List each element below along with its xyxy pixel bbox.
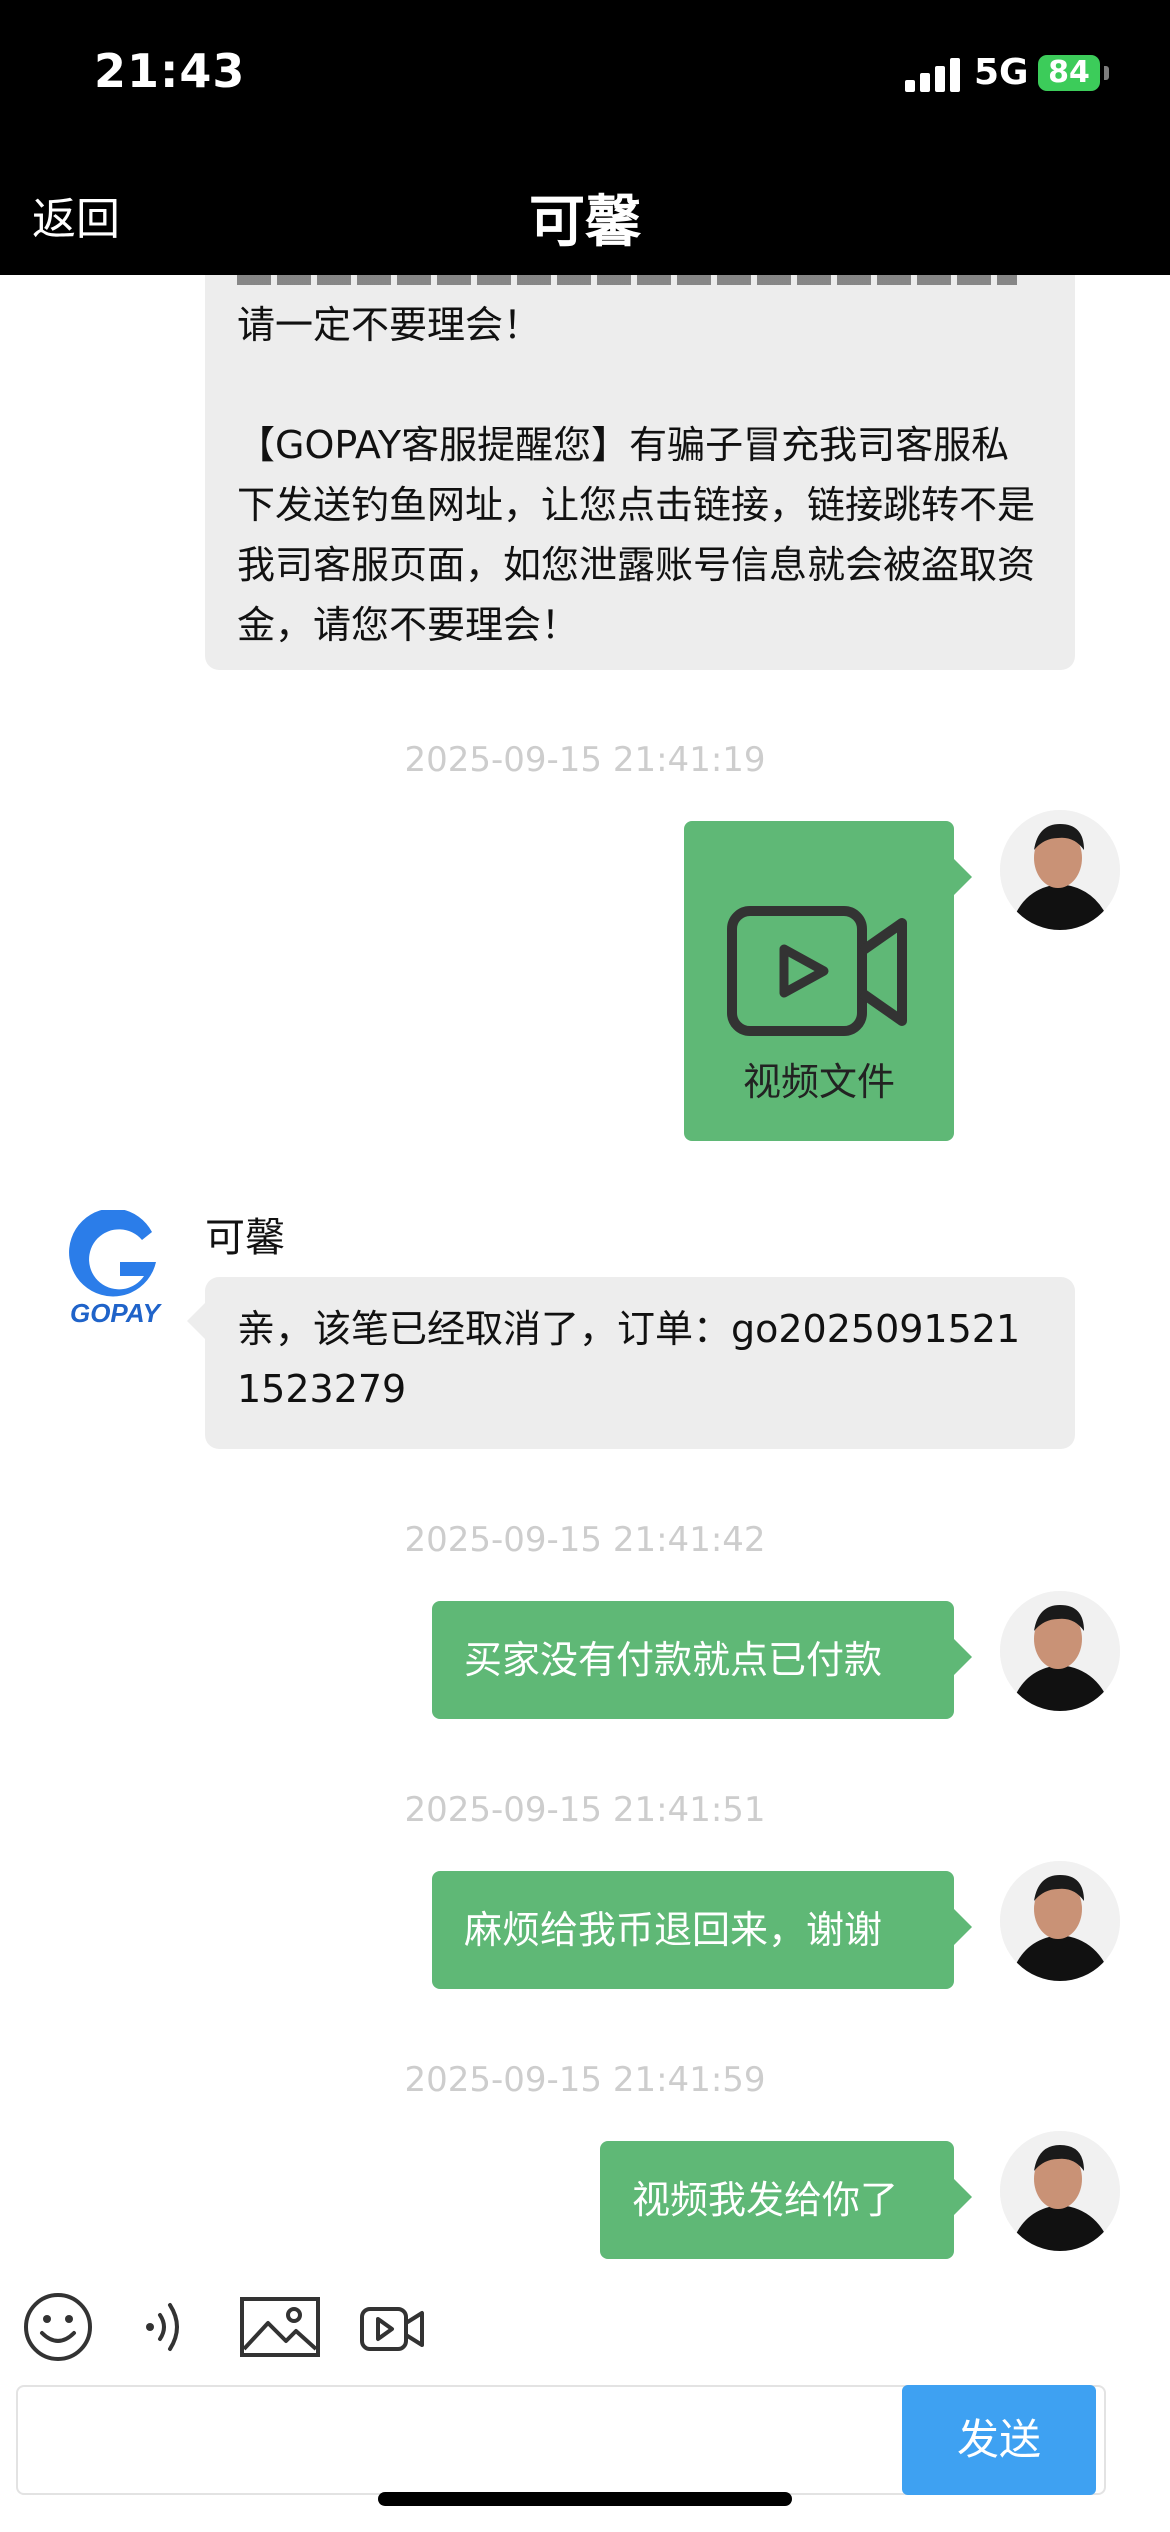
home-indicator[interactable]: [378, 2492, 792, 2506]
message-text: 视频我发给你了: [632, 2178, 899, 2222]
avatar[interactable]: [1000, 1861, 1120, 1981]
gopay-logo: GOPAY: [69, 1210, 163, 1328]
message-text: 麻烦给我币退回来，谢谢: [464, 1908, 883, 1952]
signal-icon: [905, 58, 961, 92]
avatar[interactable]: [1000, 810, 1120, 930]
battery-icon: 84: [1038, 55, 1100, 91]
video-camera-icon: [727, 906, 907, 1036]
message-text: 【GOPAY客服提醒您】有骗子冒充我司客服私下发送钓鱼网址，让您点击链接，链接跳…: [237, 423, 1036, 647]
gopay-logo-text: GOPAY: [70, 1298, 163, 1328]
message-bubble: 亲，该笔已经取消了，订单：go20250915211523279: [187, 1277, 1075, 1449]
status-time: 21:43: [94, 44, 246, 98]
video-icon[interactable]: [356, 2289, 428, 2365]
send-button[interactable]: 发送: [902, 2385, 1096, 2495]
battery-level: 84: [1048, 55, 1090, 90]
input-toolbar: [0, 2275, 1170, 2385]
timestamp: 2025-09-15 21:41:19: [404, 740, 766, 780]
cut-off-text: [237, 275, 1017, 285]
message-bubble: 请一定不要理会！ 【GOPAY客服提醒您】有骗子冒充我司客服私下发送钓鱼网址，让…: [205, 275, 1075, 670]
avatar[interactable]: [1000, 2131, 1120, 2251]
status-bar: 21:43 5G 84: [0, 0, 1170, 145]
avatar[interactable]: [1000, 1591, 1120, 1711]
voice-icon[interactable]: [136, 2289, 196, 2365]
battery-tip: [1104, 66, 1109, 80]
timestamp: 2025-09-15 21:41:42: [404, 1520, 766, 1560]
sender-name: 可馨: [205, 1215, 285, 1261]
input-row: 发送: [0, 2385, 1170, 2532]
timestamp: 2025-09-15 21:41:59: [404, 2060, 766, 2100]
nav-bar: 返回 可馨: [0, 145, 1170, 275]
message-bubble: 视频我发给你了: [600, 2141, 972, 2259]
page-title: 可馨: [529, 190, 641, 255]
video-file-bubble[interactable]: 视频文件: [684, 821, 972, 1141]
network-type: 5G: [974, 52, 1029, 93]
video-file-label: 视频文件: [742, 1060, 895, 1104]
chat-area[interactable]: 请一定不要理会！ 【GOPAY客服提醒您】有骗子冒充我司客服私下发送钓鱼网址，让…: [0, 275, 1170, 2275]
timestamp: 2025-09-15 21:41:51: [404, 1790, 766, 1830]
message-text: 亲，该笔已经取消了，订单：go20250915211523279: [237, 1307, 1021, 1411]
message-bubble: 麻烦给我币退回来，谢谢: [432, 1871, 972, 1989]
message-bubble: 买家没有付款就点已付款: [432, 1601, 972, 1719]
message-text: 请一定不要理会！: [237, 303, 542, 347]
image-icon[interactable]: [238, 2289, 322, 2365]
message-text: 买家没有付款就点已付款: [464, 1638, 883, 1682]
emoji-icon[interactable]: [20, 2289, 96, 2365]
